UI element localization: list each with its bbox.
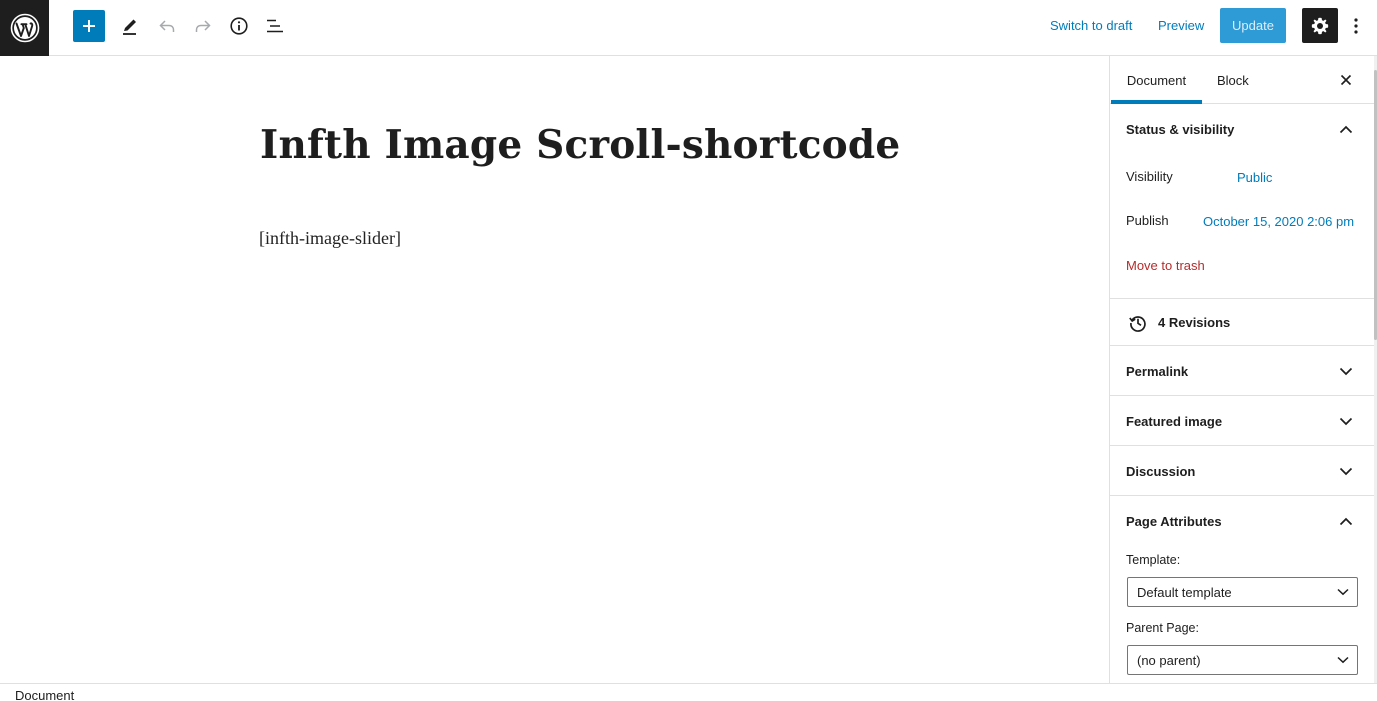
visibility-label: Visibility bbox=[1126, 169, 1173, 184]
discussion-toggle[interactable]: Discussion bbox=[1126, 464, 1195, 479]
template-select[interactable]: Default template bbox=[1127, 577, 1358, 607]
status-visibility-toggle[interactable]: Status & visibility bbox=[1126, 122, 1234, 137]
chevron-down-icon bbox=[1335, 652, 1351, 668]
featured-image-panel: Featured image bbox=[1110, 396, 1374, 446]
chevron-down-icon bbox=[1335, 584, 1351, 600]
details-button[interactable] bbox=[223, 10, 255, 42]
parent-page-label: Parent Page: bbox=[1126, 621, 1199, 635]
settings-button[interactable] bbox=[1302, 8, 1338, 43]
more-options-button[interactable] bbox=[1345, 10, 1367, 42]
revisions-panel[interactable]: 4 Revisions bbox=[1110, 299, 1374, 346]
block-breadcrumb-bar: Document bbox=[0, 683, 1377, 701]
pencil-icon bbox=[123, 19, 136, 35]
tools-button[interactable] bbox=[114, 10, 146, 42]
update-button[interactable]: Update bbox=[1220, 8, 1286, 43]
chevron-up-icon[interactable] bbox=[1336, 119, 1356, 139]
discussion-panel: Discussion bbox=[1110, 446, 1374, 496]
gear-icon bbox=[1311, 17, 1329, 34]
page-attributes-toggle[interactable]: Page Attributes bbox=[1126, 514, 1222, 529]
redo-button[interactable] bbox=[187, 10, 219, 42]
chevron-up-icon[interactable] bbox=[1336, 511, 1356, 531]
undo-button[interactable] bbox=[151, 10, 183, 42]
template-select-value: Default template bbox=[1137, 585, 1232, 600]
editor-header: Switch to draft Preview Update bbox=[0, 0, 1377, 56]
parent-page-select[interactable]: (no parent) bbox=[1127, 645, 1358, 675]
info-icon bbox=[230, 17, 248, 35]
parent-page-select-value: (no parent) bbox=[1137, 653, 1201, 668]
close-sidebar-button[interactable] bbox=[1336, 70, 1356, 90]
history-icon bbox=[1128, 313, 1148, 333]
sidebar-tabs: Document Block bbox=[1110, 56, 1374, 104]
tab-block[interactable]: Block bbox=[1217, 56, 1249, 104]
page-attributes-panel: Page Attributes Template: Default templa… bbox=[1110, 496, 1374, 683]
settings-sidebar: Document Block Status & visibility Visib… bbox=[1109, 56, 1374, 683]
permalink-toggle[interactable]: Permalink bbox=[1126, 364, 1188, 379]
chevron-down-icon[interactable] bbox=[1336, 461, 1356, 481]
wordpress-logo-icon[interactable] bbox=[0, 0, 49, 56]
close-icon bbox=[1340, 74, 1352, 86]
switch-to-draft-button[interactable]: Switch to draft bbox=[1050, 18, 1132, 33]
publish-date-toggle[interactable]: October 15, 2020 2:06 pm bbox=[1203, 214, 1354, 229]
move-to-trash-button[interactable]: Move to trash bbox=[1126, 258, 1205, 273]
status-visibility-panel: Status & visibility Visibility Public Pu… bbox=[1110, 104, 1374, 299]
template-label: Template: bbox=[1126, 553, 1181, 567]
chevron-down-icon[interactable] bbox=[1336, 361, 1356, 381]
plus-icon bbox=[83, 20, 95, 32]
revisions-link[interactable]: 4 Revisions bbox=[1158, 315, 1230, 330]
preview-button[interactable]: Preview bbox=[1158, 18, 1204, 33]
publish-label: Publish bbox=[1126, 213, 1169, 228]
add-block-button[interactable] bbox=[73, 10, 105, 42]
undo-icon bbox=[159, 20, 175, 32]
breadcrumb-document[interactable]: Document bbox=[15, 688, 74, 701]
tab-document[interactable]: Document bbox=[1111, 56, 1202, 104]
shortcode-block[interactable]: [infth-image-slider] bbox=[259, 228, 401, 249]
more-vertical-icon bbox=[1354, 18, 1358, 34]
redo-icon bbox=[195, 20, 211, 32]
featured-image-toggle[interactable]: Featured image bbox=[1126, 414, 1222, 429]
list-outline-icon bbox=[267, 19, 283, 33]
post-title[interactable]: Infth Image Scroll-shortcode bbox=[260, 122, 900, 168]
list-view-button[interactable] bbox=[259, 10, 291, 42]
permalink-panel: Permalink bbox=[1110, 346, 1374, 396]
visibility-toggle[interactable]: Public bbox=[1237, 170, 1272, 185]
chevron-down-icon[interactable] bbox=[1336, 411, 1356, 431]
editor-canvas: Infth Image Scroll-shortcode [infth-imag… bbox=[0, 56, 1109, 683]
